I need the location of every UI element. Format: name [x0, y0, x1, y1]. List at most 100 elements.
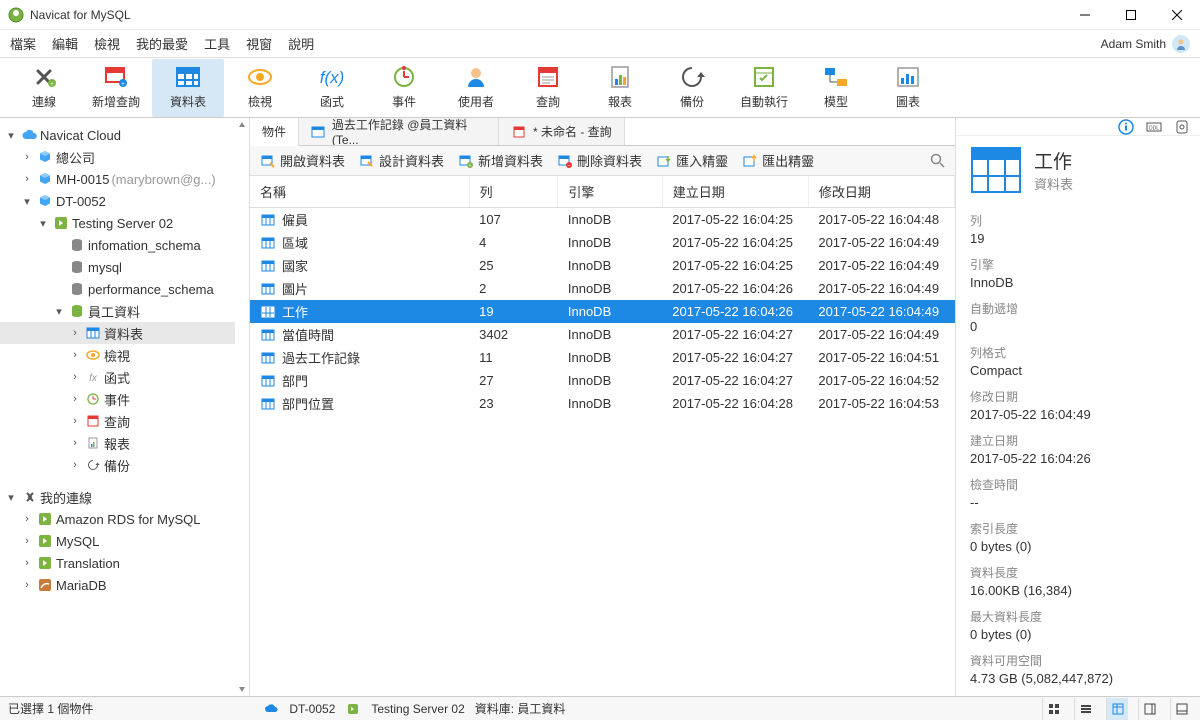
- table-row[interactable]: 部門位置23InnoDB2017-05-22 16:04:282017-05-2…: [250, 392, 955, 415]
- tree-folder-4[interactable]: ›查詢: [0, 410, 235, 432]
- tree-conn-2[interactable]: ›Translation: [0, 552, 235, 574]
- tool-model[interactable]: 模型: [800, 59, 872, 117]
- newquery-icon: +: [102, 65, 130, 89]
- table-row[interactable]: 當值時間3402InnoDB2017-05-22 16:04:272017-05…: [250, 323, 955, 346]
- table-row[interactable]: 僱員107InnoDB2017-05-22 16:04:252017-05-22…: [250, 208, 955, 232]
- table-icon: [260, 327, 276, 343]
- tab-history[interactable]: 過去工作記錄 @員工資料 (Te...: [299, 118, 499, 145]
- tool-event[interactable]: 事件: [368, 59, 440, 117]
- table-row[interactable]: 圖片2InnoDB2017-05-22 16:04:262017-05-22 1…: [250, 277, 955, 300]
- tree-folder-3[interactable]: ›事件: [0, 388, 235, 410]
- tree-myconn[interactable]: ▾我的連線: [0, 486, 235, 508]
- database-icon: [68, 260, 86, 274]
- tool-autorun[interactable]: 自動執行: [728, 59, 800, 117]
- view-icon: [246, 65, 274, 89]
- col-header[interactable]: 修改日期: [808, 176, 954, 208]
- settings-icon[interactable]: [1174, 119, 1190, 135]
- tree-folder-0[interactable]: ›資料表: [0, 322, 235, 344]
- view-bottom-icon[interactable]: [1170, 698, 1192, 720]
- view-detail-icon[interactable]: [1106, 698, 1128, 720]
- objbtn-1[interactable]: 設計資料表: [359, 151, 444, 170]
- menu-工具[interactable]: 工具: [204, 34, 230, 53]
- tool-query[interactable]: 查詢: [512, 59, 584, 117]
- document-tabs: 物件過去工作記錄 @員工資料 (Te...* 未命名 - 查詢: [250, 118, 955, 146]
- tree-conn-3[interactable]: ›MariaDB: [0, 574, 235, 596]
- menu-我的最愛[interactable]: 我的最愛: [136, 34, 188, 53]
- server-small-icon: [345, 701, 361, 717]
- col-header[interactable]: 列: [469, 176, 558, 208]
- svg-text:+: +: [50, 82, 54, 88]
- prop-value: 19: [970, 231, 1186, 246]
- autorun-icon: [750, 65, 778, 89]
- prop-value: Compact: [970, 363, 1186, 378]
- tree-company[interactable]: ›總公司: [0, 146, 235, 168]
- tree-conn-0[interactable]: ›Amazon RDS for MySQL: [0, 508, 235, 530]
- tree-folder-2[interactable]: ›fx函式: [0, 366, 235, 388]
- prop-value: 2017-05-22 16:04:49: [970, 407, 1186, 422]
- info-icon[interactable]: [1118, 119, 1134, 135]
- query-icon: [534, 65, 562, 89]
- objbtn-4[interactable]: 匯入精靈: [656, 151, 728, 170]
- menu-檢視[interactable]: 檢視: [94, 34, 120, 53]
- objbtn-5[interactable]: 匯出精靈: [742, 151, 814, 170]
- svg-text:–: –: [568, 163, 571, 168]
- tab-query[interactable]: * 未命名 - 查詢: [499, 118, 625, 145]
- col-header[interactable]: 建立日期: [662, 176, 808, 208]
- tool-report[interactable]: 報表: [584, 59, 656, 117]
- tool-function[interactable]: f(x)函式: [296, 59, 368, 117]
- tree-db-0[interactable]: infomation_schema: [0, 234, 235, 256]
- tree-conn-1[interactable]: ›MySQL: [0, 530, 235, 552]
- menu-檔案[interactable]: 檔案: [10, 34, 36, 53]
- tab-objects[interactable]: 物件: [250, 118, 299, 146]
- objbtn-2[interactable]: +新增資料表: [458, 151, 543, 170]
- sidebar-scrollbar[interactable]: [235, 118, 249, 696]
- details-panel: DDL 工作 資料表 列19引擎InnoDB自動遞增0列格式Compact修改日…: [955, 118, 1200, 696]
- view-list-icon[interactable]: [1074, 698, 1096, 720]
- col-header[interactable]: 引擎: [558, 176, 662, 208]
- table-row[interactable]: 部門27InnoDB2017-05-22 16:04:272017-05-22 …: [250, 369, 955, 392]
- tool-backup[interactable]: 備份: [656, 59, 728, 117]
- user-label[interactable]: Adam Smith: [1101, 35, 1190, 53]
- conn-icon: [36, 512, 54, 526]
- maximize-button[interactable]: [1108, 0, 1154, 30]
- tree-folder-1[interactable]: ›檢視: [0, 344, 235, 366]
- tree-folder-5[interactable]: ›報表: [0, 432, 235, 454]
- table-grid[interactable]: 名稱列引擎建立日期修改日期僱員107InnoDB2017-05-22 16:04…: [250, 176, 955, 696]
- tree-db-3[interactable]: ▾員工資料: [0, 300, 235, 322]
- objbtn-0[interactable]: 開啟資料表: [260, 151, 345, 170]
- tool-user[interactable]: 使用者: [440, 59, 512, 117]
- table-icon: [260, 304, 276, 320]
- table-row[interactable]: 區域4InnoDB2017-05-22 16:04:252017-05-22 1…: [250, 231, 955, 254]
- table-row[interactable]: 工作19InnoDB2017-05-22 16:04:262017-05-22 …: [250, 300, 955, 323]
- tool-newquery[interactable]: +新增查詢: [80, 59, 152, 117]
- tree-db-1[interactable]: mysql: [0, 256, 235, 278]
- tree-server[interactable]: ▾Testing Server 02: [0, 212, 235, 234]
- tool-connect[interactable]: +連線: [8, 59, 80, 117]
- menu-視窗[interactable]: 視窗: [246, 34, 272, 53]
- col-header[interactable]: 名稱: [250, 176, 469, 208]
- cube-icon: [36, 172, 54, 186]
- tree-mh[interactable]: ›MH-0015 (marybrown@g...): [0, 168, 235, 190]
- close-button[interactable]: [1154, 0, 1200, 30]
- objbtn-3[interactable]: –刪除資料表: [557, 151, 642, 170]
- tree-folder-6[interactable]: ›備份: [0, 454, 235, 476]
- view-grid-icon[interactable]: [1042, 698, 1064, 720]
- tool-view[interactable]: 檢視: [224, 59, 296, 117]
- tree-cloud[interactable]: ▾Navicat Cloud: [0, 124, 235, 146]
- ddl-icon[interactable]: DDL: [1146, 119, 1162, 135]
- tool-table[interactable]: 資料表: [152, 59, 224, 117]
- table-row[interactable]: 過去工作記錄11InnoDB2017-05-22 16:04:272017-05…: [250, 346, 955, 369]
- menu-編輯[interactable]: 編輯: [52, 34, 78, 53]
- tree-db-2[interactable]: performance_schema: [0, 278, 235, 300]
- table-big-icon: [970, 146, 1022, 194]
- user-icon: [462, 65, 490, 89]
- table-row[interactable]: 國家25InnoDB2017-05-22 16:04:252017-05-22 …: [250, 254, 955, 277]
- view-panel-icon[interactable]: [1138, 698, 1160, 720]
- svg-text:DDL: DDL: [1149, 125, 1159, 131]
- minimize-button[interactable]: [1062, 0, 1108, 30]
- search-icon[interactable]: [929, 153, 945, 169]
- menubar: 檔案編輯檢視我的最愛工具視窗說明 Adam Smith: [0, 30, 1200, 58]
- tree-dt[interactable]: ▾DT-0052: [0, 190, 235, 212]
- menu-說明[interactable]: 說明: [288, 34, 314, 53]
- tool-chart[interactable]: 圖表: [872, 59, 944, 117]
